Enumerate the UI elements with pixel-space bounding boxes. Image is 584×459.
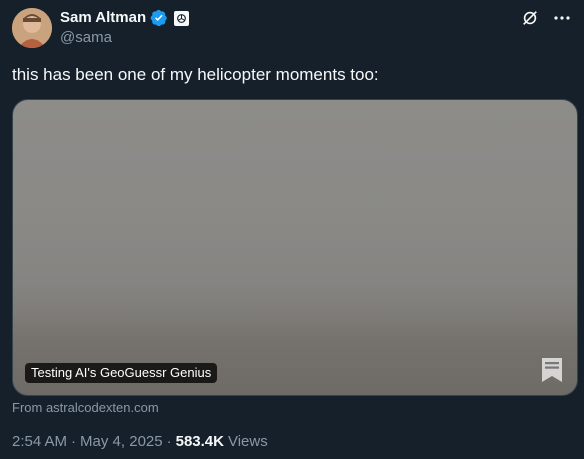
author-avatar[interactable] [12, 8, 52, 48]
header-actions [520, 8, 572, 28]
link-preview-card[interactable]: Testing AI's GeoGuessr Genius [12, 99, 578, 396]
verified-badge-icon[interactable] [150, 9, 168, 27]
more-options-icon[interactable] [552, 8, 572, 28]
openai-logo-icon[interactable] [174, 10, 190, 26]
tweet-text: this has been one of my helicopter momen… [12, 65, 379, 84]
grok-icon[interactable] [520, 8, 540, 28]
author-handle[interactable]: @sama [60, 28, 112, 48]
meta-separator: · [166, 433, 172, 450]
tweet-meta: 2:54 AM · May 4, 2025 · 583.4K Views [12, 432, 268, 452]
views-label: Views [227, 433, 268, 450]
tweet-container: Sam Altman @sama this has been one of my… [0, 0, 584, 459]
card-source[interactable]: From astralcodexten.com [12, 400, 159, 416]
bookmark-icon [541, 357, 563, 383]
meta-separator: · [71, 433, 77, 450]
author-display-name[interactable]: Sam Altman [60, 8, 146, 28]
card-title: Testing AI's GeoGuessr Genius [25, 363, 218, 383]
views-count[interactable]: 583.4K [176, 432, 224, 452]
author-name-row: Sam Altman [60, 8, 190, 28]
avatar-image [12, 8, 52, 48]
tweet-time[interactable]: 2:54 AM [12, 432, 67, 452]
tweet-date[interactable]: May 4, 2025 [80, 432, 163, 452]
tweet-header: Sam Altman @sama [12, 8, 572, 48]
